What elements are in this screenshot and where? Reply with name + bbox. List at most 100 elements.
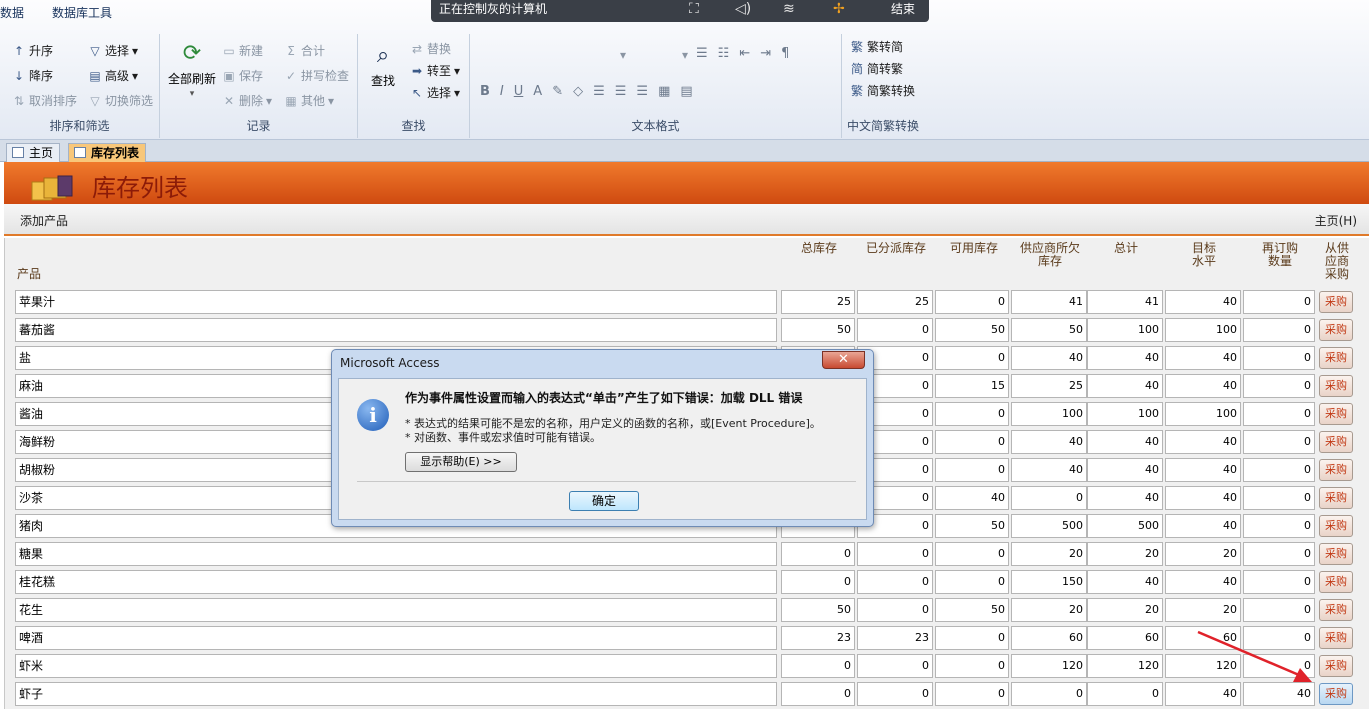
target-cell[interactable]: 20 [1165,598,1241,622]
target-cell[interactable]: 40 [1165,486,1241,510]
gridlines-icon[interactable]: ▦ [658,84,670,99]
total-cell[interactable]: 500 [1087,514,1163,538]
owed-cell[interactable]: 25 [1011,374,1087,398]
text-direction-icon[interactable]: ¶ [781,46,789,61]
total-stock-cell[interactable]: 0 [781,542,855,566]
total-cell[interactable]: 40 [1087,458,1163,482]
italic-icon[interactable]: I [500,84,504,99]
total-stock-cell[interactable]: 0 [781,682,855,706]
purchase-button[interactable]: 采购 [1319,375,1353,397]
allocated-cell[interactable]: 0 [857,598,933,622]
clear-sort-button[interactable]: ⇅ 取消排序 [12,92,77,109]
target-cell[interactable]: 40 [1165,458,1241,482]
total-stock-cell[interactable]: 50 [781,598,855,622]
available-cell[interactable]: 0 [935,290,1009,314]
font-select[interactable]: ▾ [620,48,626,62]
underline-icon[interactable]: U [514,84,524,99]
home-link[interactable]: 主页(H) [1315,212,1357,229]
total-cell[interactable]: 120 [1087,654,1163,678]
product-name-cell[interactable]: 虾子 [15,682,777,706]
wave-icon[interactable]: ≋ [783,1,795,17]
total-stock-cell[interactable]: 25 [781,290,855,314]
available-cell[interactable]: 50 [935,514,1009,538]
indent-decrease-icon[interactable]: ⇤ [739,46,750,61]
owed-cell[interactable]: 40 [1011,430,1087,454]
total-cell[interactable]: 20 [1087,598,1163,622]
selection-filter-button[interactable]: ▽ 选择 ▾ [88,42,138,59]
product-name-cell[interactable]: 苹果汁 [15,290,777,314]
target-cell[interactable]: 40 [1165,374,1241,398]
reorder-cell[interactable]: 0 [1243,290,1315,314]
reorder-cell[interactable]: 0 [1243,374,1315,398]
reorder-cell[interactable]: 0 [1243,514,1315,538]
refresh-all-button[interactable]: ⟳ 全部刷新 ▾ [168,38,216,100]
target-cell[interactable]: 40 [1165,514,1241,538]
purchase-button[interactable]: 采购 [1319,319,1353,341]
target-cell[interactable]: 100 [1165,318,1241,342]
reorder-cell[interactable]: 0 [1243,402,1315,426]
reorder-cell[interactable]: 0 [1243,430,1315,454]
more-button[interactable]: ▦ 其他 ▾ [284,92,334,109]
available-cell[interactable]: 0 [935,626,1009,650]
reorder-cell[interactable]: 0 [1243,458,1315,482]
target-cell[interactable]: 40 [1165,290,1241,314]
align-right-icon[interactable]: ☰ [636,84,648,99]
simp-to-trad-button[interactable]: 简简转繁 [850,60,903,77]
available-cell[interactable]: 0 [935,458,1009,482]
font-color-icon[interactable]: A [533,84,542,99]
allocated-cell[interactable]: 0 [857,570,933,594]
save-record-button[interactable]: ▣ 保存 [222,67,263,84]
owed-cell[interactable]: 41 [1011,290,1087,314]
product-name-cell[interactable]: 虾米 [15,654,777,678]
goto-button[interactable]: ➡ 转至 ▾ [410,62,460,79]
pin-icon[interactable]: ✢ [833,1,845,17]
total-stock-cell[interactable]: 0 [781,570,855,594]
total-stock-cell[interactable]: 23 [781,626,855,650]
purchase-button[interactable]: 采购 [1319,655,1353,677]
align-center-icon[interactable]: ☰ [615,84,627,99]
available-cell[interactable]: 50 [935,318,1009,342]
totals-button[interactable]: Σ 合计 [284,42,325,59]
delete-record-button[interactable]: ✕ 删除 ▾ [222,92,272,109]
target-cell[interactable]: 40 [1165,346,1241,370]
font-size-select[interactable]: ▾ [682,48,688,62]
target-cell[interactable]: 40 [1165,682,1241,706]
available-cell[interactable]: 0 [935,570,1009,594]
purchase-button[interactable]: 采购 [1319,291,1353,313]
product-name-cell[interactable]: 糖果 [15,542,777,566]
numbered-list-icon[interactable]: ☷ [718,46,730,61]
add-product-link[interactable]: 添加产品 [20,212,68,229]
tab-home[interactable]: 主页 [6,143,61,162]
available-cell[interactable]: 40 [935,486,1009,510]
reorder-cell[interactable]: 0 [1243,598,1315,622]
target-cell[interactable]: 100 [1165,402,1241,426]
available-cell[interactable]: 0 [935,542,1009,566]
fill-color-icon[interactable]: ◇ [573,84,583,99]
available-cell[interactable]: 0 [935,402,1009,426]
target-cell[interactable]: 60 [1165,626,1241,650]
total-cell[interactable]: 20 [1087,542,1163,566]
total-cell[interactable]: 40 [1087,570,1163,594]
allocated-cell[interactable]: 0 [857,318,933,342]
purchase-button[interactable]: 采购 [1319,403,1353,425]
allocated-cell[interactable]: 25 [857,290,933,314]
total-cell[interactable]: 100 [1087,402,1163,426]
ribbon-tab-database-tools[interactable]: 数据库工具 [52,4,112,21]
reorder-cell[interactable]: 0 [1243,654,1315,678]
purchase-button[interactable]: 采购 [1319,627,1353,649]
total-stock-cell[interactable]: 50 [781,318,855,342]
owed-cell[interactable]: 40 [1011,458,1087,482]
owed-cell[interactable]: 60 [1011,626,1087,650]
align-left-icon[interactable]: ☰ [593,84,605,99]
available-cell[interactable]: 0 [935,346,1009,370]
show-help-button[interactable]: 显示帮助(E) >> [405,452,517,472]
total-cell[interactable]: 40 [1087,346,1163,370]
spelling-button[interactable]: ✓ 拼写检查 [284,67,349,84]
new-record-button[interactable]: ▭ 新建 [222,42,263,59]
target-cell[interactable]: 20 [1165,542,1241,566]
allocated-cell[interactable]: 0 [857,542,933,566]
fullscreen-icon[interactable]: ⛶ [689,1,699,17]
available-cell[interactable]: 50 [935,598,1009,622]
available-cell[interactable]: 0 [935,682,1009,706]
reorder-cell[interactable]: 0 [1243,486,1315,510]
